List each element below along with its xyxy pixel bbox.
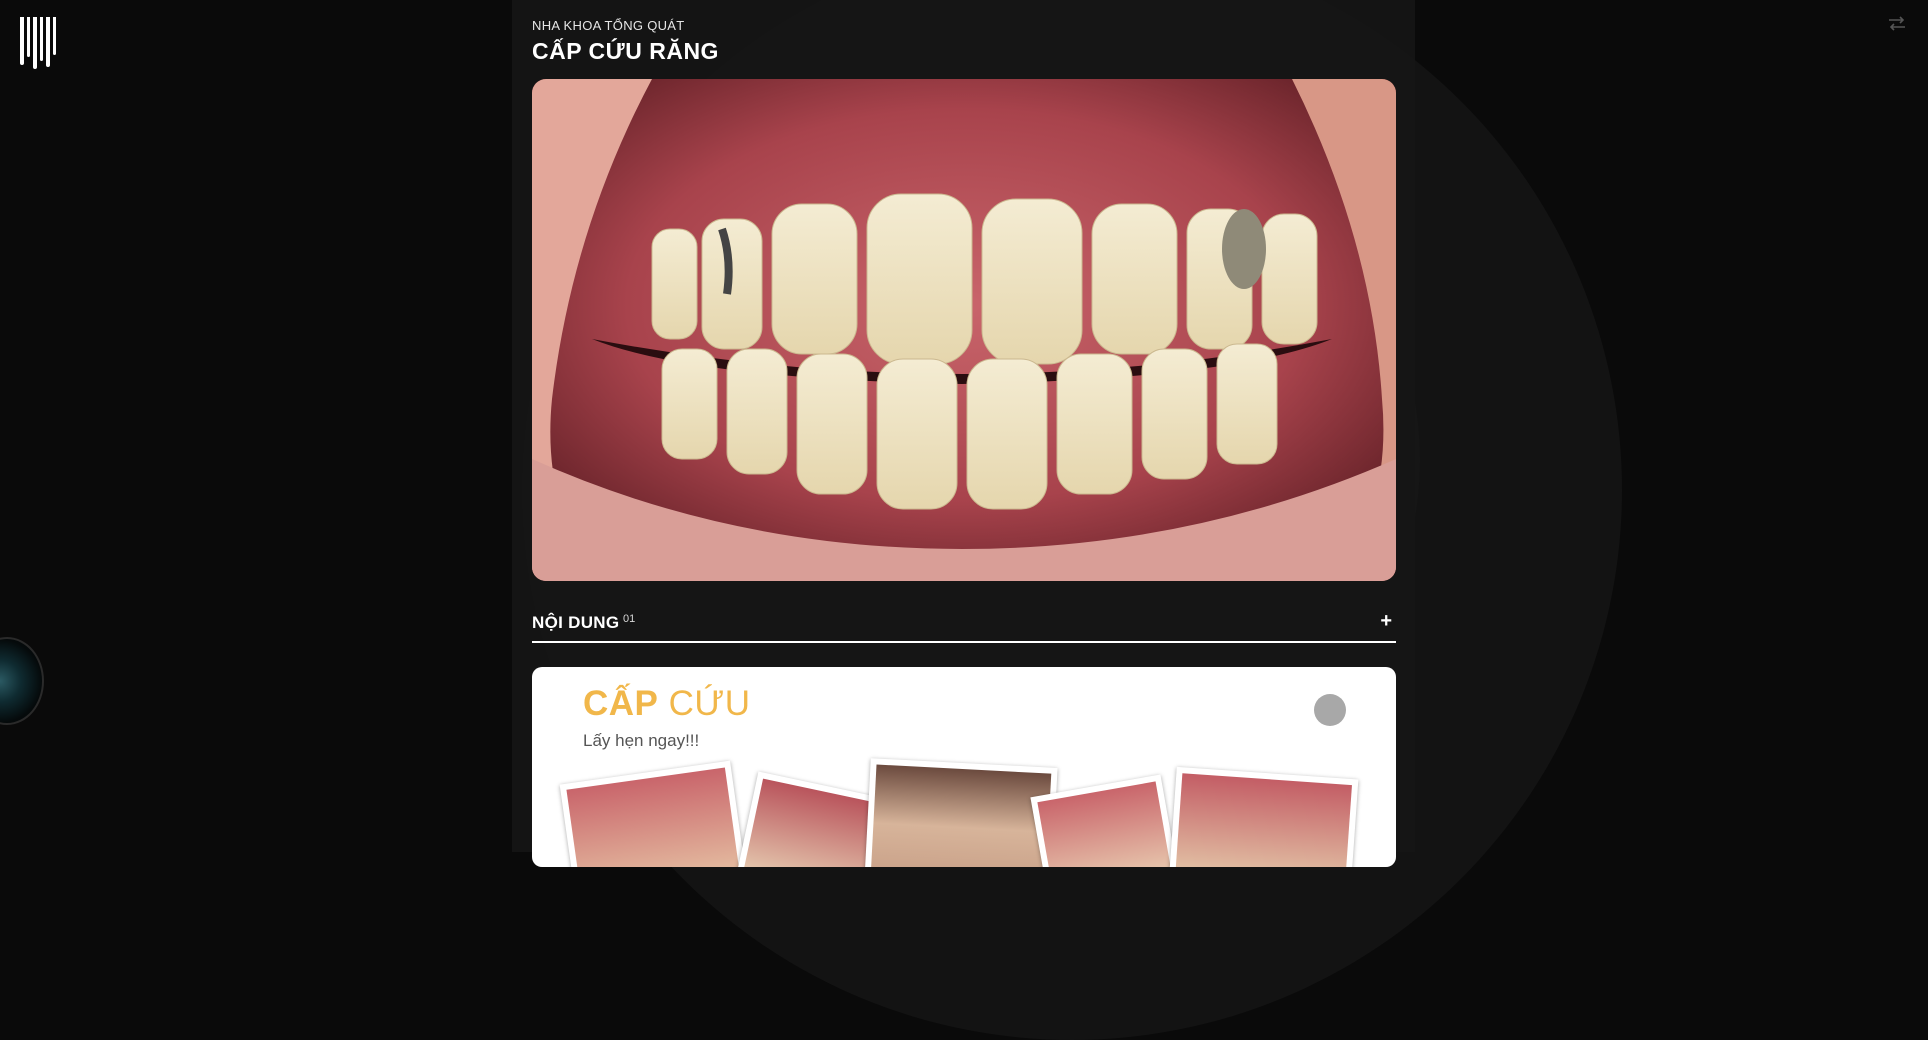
hero-image-teeth — [532, 79, 1396, 581]
promo-photo-1 — [559, 760, 749, 867]
page-title: CẤP CỨU RĂNG — [532, 38, 719, 64]
promo-dot-button[interactable] — [1314, 694, 1346, 726]
accordion-toggle-icon[interactable]: + — [1380, 611, 1392, 631]
brand-logo[interactable] — [20, 17, 56, 69]
promo-title: CẤP CỨU — [583, 684, 751, 724]
promo-subtitle: Lấy hẹn ngay!!! — [583, 731, 700, 750]
promo-photo-3 — [863, 758, 1058, 867]
accordion-number: 01 — [623, 613, 636, 625]
promo-title-bold: CẤP — [583, 684, 659, 723]
promo-title-light: CỨU — [668, 684, 751, 723]
content-accordion[interactable]: NỘI DUNG 01 + — [532, 609, 1396, 643]
swap-arrows-icon[interactable] — [1886, 12, 1908, 34]
orb-icon[interactable] — [0, 637, 44, 725]
promo-card: CẤP CỨU Lấy hẹn ngay!!! — [532, 667, 1396, 867]
accordion-label: NỘI DUNG — [532, 613, 620, 632]
page-category: NHA KHOA TỔNG QUÁT — [532, 18, 685, 33]
